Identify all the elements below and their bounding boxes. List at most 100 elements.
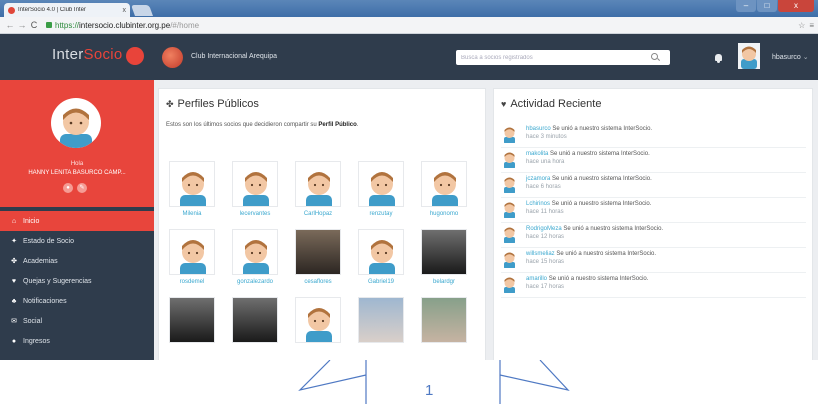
user-avatar[interactable] [738,43,760,69]
profile-card[interactable]: hugonomo [421,161,467,217]
sidebar-item-social[interactable]: ✉ Social [0,311,154,331]
menu-icon[interactable]: ≡ [809,21,814,30]
activity-avatar[interactable] [501,125,518,144]
profile-username[interactable]: CarlHopaz [295,211,341,217]
bookmark-star-icon[interactable]: ☆ [798,21,805,30]
window-close-button[interactable]: x [778,0,814,12]
activity-text: RodrigoMeza Se unió a nuestro sistema In… [526,225,663,247]
activity-text: Lchirinos Se unió a nuestro sistema Inte… [526,200,651,222]
profile-card[interactable] [358,297,404,347]
lock-icon [46,22,52,28]
profile-card[interactable]: Milenia [169,161,215,217]
profile-photo[interactable] [232,229,278,275]
profile-card[interactable]: CarlHopaz [295,161,341,217]
minimize-button[interactable]: – [736,0,756,12]
profile-photo[interactable] [169,297,215,343]
maximize-button[interactable]: □ [757,0,777,12]
profile-photo[interactable] [295,229,341,275]
sidebar-item-ingresos[interactable]: ● Ingresos [0,331,154,351]
address-bar[interactable]: https://intersocio.clubinter.org.pe/#/ho… [55,21,199,30]
profile-photo[interactable] [295,297,341,343]
profile-photo[interactable] [421,297,467,343]
profile-card[interactable]: lecervantes [232,161,278,217]
brand-logo[interactable]: InterSocio [52,46,123,63]
profile-username[interactable]: cesaflores [295,279,341,285]
activity-user[interactable]: jczamora [526,176,550,182]
sidebar-item-notificaciones[interactable]: ♣ Notificaciones [0,291,154,311]
profile-card[interactable]: gonzalezardo [232,229,278,285]
activity-user[interactable]: Lchirinos [526,201,550,207]
brand-main: Inter [52,46,84,63]
user-full-name: HANNY LENITA BASURCO CAMP... [28,170,126,176]
sidebar-item-inicio[interactable]: ⌂ Inicio [0,211,154,231]
profile-card[interactable] [295,297,341,347]
profile-card[interactable]: belardgr [421,229,467,285]
group-icon: ✤ [11,258,17,265]
profile-card[interactable] [421,297,467,347]
back-arrow-icon[interactable]: ← [4,20,16,30]
url-path: /#/home [170,20,200,30]
profile-photo[interactable] [421,161,467,207]
profile-photo[interactable] [358,229,404,275]
activity-avatar[interactable] [501,225,518,244]
sidebar-item-academias[interactable]: ✤ Academias [0,251,154,271]
profile-card[interactable]: rosdemel [169,229,215,285]
profile-photo[interactable] [232,297,278,343]
activity-time: hace 12 horas [526,234,565,240]
profile-photo[interactable] [358,297,404,343]
public-profiles-panel: ✤ Perfiles Públicos Estos son los último… [158,88,486,360]
search-icon[interactable] [651,53,658,60]
activity-user[interactable]: RodrigoMeza [526,226,562,232]
browser-tab[interactable]: InterSocio 4.0 | Club Inter x [4,3,130,17]
profile-username[interactable]: lecervantes [232,211,278,217]
activity-user[interactable]: willsmeliaz [526,251,555,257]
sidebar-item-quejas-y-sugerencias[interactable]: ♥ Quejas y Sugerencias [0,271,154,291]
user-menu[interactable]: hbasurco ⌄ [772,53,809,61]
reload-icon[interactable]: C [28,20,40,30]
desc-prefix: Estos son los últimos socios que decidie… [166,122,319,128]
sidebar-item-estado-de-socio[interactable]: ✦ Estado de Socio [0,231,154,251]
chevron-down-icon: ⌄ [802,54,809,61]
recent-activity-title: Actividad Reciente [510,98,602,110]
profile-username[interactable]: gonzalezardo [232,279,278,285]
annotation-bracket-icon [298,359,570,404]
profile-card[interactable] [232,297,278,347]
profile-photo[interactable] [232,161,278,207]
profile-username[interactable]: hugonomo [421,211,467,217]
tab-close-icon[interactable]: x [123,7,127,14]
profile-photo[interactable] [169,229,215,275]
search-input[interactable] [456,50,670,65]
profile-username[interactable]: Gabriel19 [358,279,404,285]
activity-user[interactable]: amarillo [526,276,547,282]
browser-tab-strip: InterSocio 4.0 | Club Inter x – □ x [0,0,818,17]
activity-avatar[interactable] [501,200,518,219]
profile-card[interactable]: cesaflores [295,229,341,285]
profile-card[interactable] [169,297,215,347]
profile-username[interactable]: Milenia [169,211,215,217]
profile-card[interactable]: Gabriel19 [358,229,404,285]
forward-arrow-icon[interactable]: → [16,20,28,30]
profile-username[interactable]: belardgr [421,279,467,285]
activity-avatar[interactable] [501,250,518,269]
app-header: InterSocio Club Internacional Arequipa h… [0,34,818,80]
activity-avatar[interactable] [501,275,518,294]
profile-card[interactable]: renzutay [358,161,404,217]
profile-photo[interactable] [295,161,341,207]
bell-icon[interactable] [715,54,722,63]
edit-icon[interactable]: ✎ [77,183,87,193]
activity-avatar[interactable] [501,175,518,194]
activity-action: Se unió a nuestro sistema InterSocio. [563,226,664,232]
profile-photo[interactable] [421,229,467,275]
user-icon[interactable]: ● [63,183,73,193]
activity-user[interactable]: hbasurco [526,126,551,132]
profile-username[interactable]: renzutay [358,211,404,217]
activity-item: Lchirinos Se unió a nuestro sistema Inte… [501,198,806,223]
profile-photo[interactable] [169,161,215,207]
new-tab-button[interactable] [130,5,154,16]
profile-avatar [51,98,101,148]
activity-user[interactable]: makolita [526,151,548,157]
profile-username[interactable]: rosdemel [169,279,215,285]
activity-avatar[interactable] [501,150,518,169]
brand-accent: Socio [83,46,123,63]
profile-photo[interactable] [358,161,404,207]
